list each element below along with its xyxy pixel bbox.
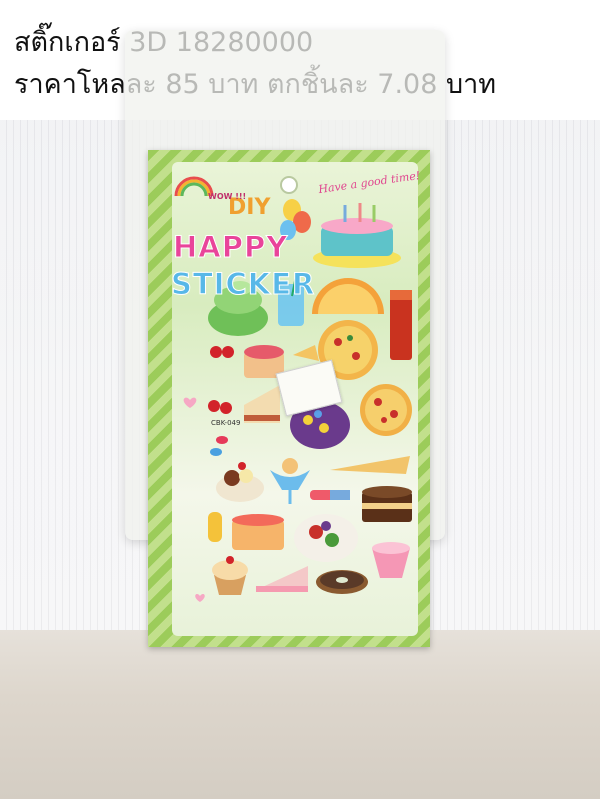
heart-decor-icon — [183, 397, 205, 602]
fruit-platter-icon — [294, 514, 358, 562]
rainbow-icon — [174, 176, 214, 197]
orange-slice-icon — [312, 278, 384, 314]
parfait-icon — [270, 458, 310, 504]
birthday-cake-icon — [313, 203, 401, 268]
wow-badge: WOW !!! — [208, 192, 247, 201]
ice-pop-icon — [208, 512, 222, 542]
sticker-title-happy: HAPPY — [172, 230, 289, 265]
sundae-icon — [216, 462, 264, 502]
popsicle-icon — [310, 490, 350, 500]
pizza-wedge-icon — [330, 456, 410, 474]
candy-icon — [210, 436, 228, 456]
chocolate-cake-icon — [362, 486, 412, 522]
red-drink-icon — [390, 290, 412, 360]
strawberry-cake-icon — [256, 566, 308, 592]
cake-slice-icon — [244, 385, 280, 423]
donut-icon — [316, 570, 368, 594]
product-code: CBK-049 — [211, 419, 241, 427]
pizza-slice-icon — [293, 345, 319, 361]
sticker-title-sticker: STICKER — [170, 267, 316, 302]
pepperoni-pizza-icon — [360, 384, 412, 436]
jelly-cake-icon — [232, 514, 284, 550]
cherries-icon — [208, 346, 234, 414]
cupcake-icon — [212, 556, 248, 595]
smoothie-icon — [372, 542, 410, 578]
